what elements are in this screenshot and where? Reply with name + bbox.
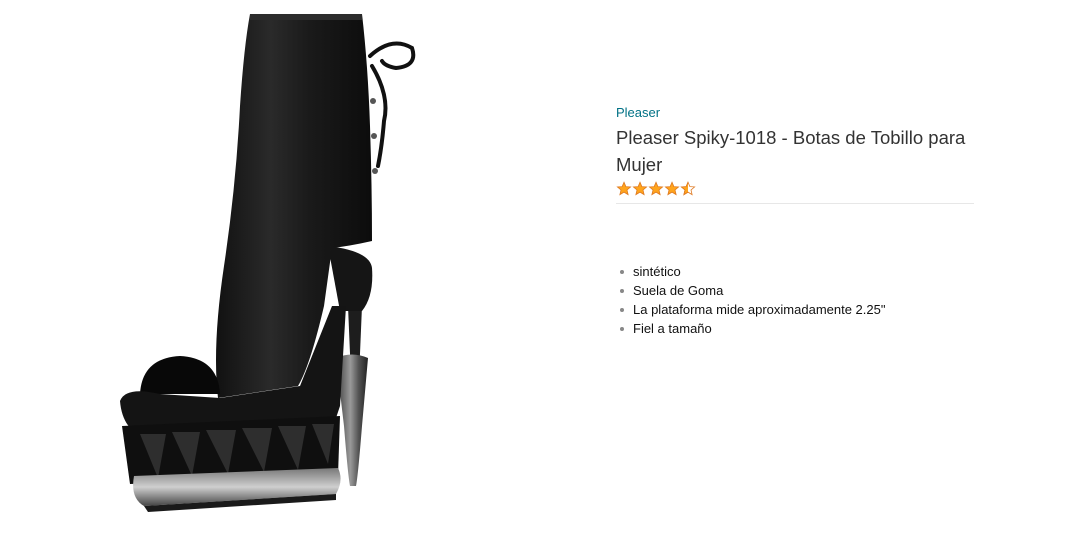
product-page: Pleaser Pleaser Spiky-1018 - Botas de To… <box>0 0 1080 534</box>
star-icon <box>648 181 664 196</box>
feature-item: Suela de Goma <box>620 281 974 300</box>
feature-item: La plataforma mide aproximadamente 2.25" <box>620 300 974 319</box>
star-icon <box>632 181 648 196</box>
feature-bullets: sintético Suela de Goma La plataforma mi… <box>616 262 974 338</box>
feature-item: Fiel a tamaño <box>620 319 974 338</box>
product-image[interactable] <box>100 6 440 526</box>
star-icon <box>664 181 680 196</box>
star-rating-icon <box>616 181 696 196</box>
star-icon <box>616 181 632 196</box>
product-title: Pleaser Spiky-1018 - Botas de Tobillo pa… <box>616 127 966 175</box>
divider <box>616 203 974 204</box>
brand-link[interactable]: Pleaser <box>616 104 660 121</box>
feature-item: sintético <box>620 262 974 281</box>
product-details: Pleaser Pleaser Spiky-1018 - Botas de To… <box>616 104 974 338</box>
boot-illustration <box>120 14 416 512</box>
half-star-icon <box>680 181 696 196</box>
star-rating[interactable] <box>616 181 974 197</box>
